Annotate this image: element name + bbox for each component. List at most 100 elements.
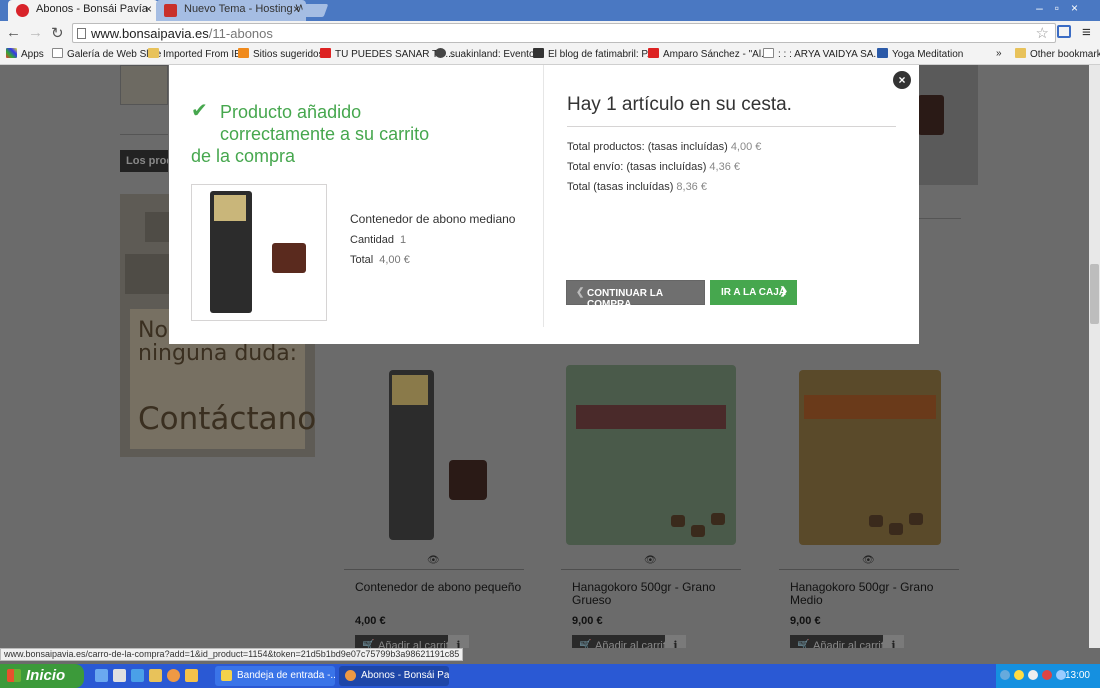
bookmark-yoga[interactable]: Yoga Meditation — [877, 48, 963, 60]
more-bookmarks-chevron[interactable]: » — [996, 48, 1002, 59]
bookmark-imported-ie[interactable]: Imported From IE — [148, 48, 241, 60]
pellet-shape — [889, 523, 903, 535]
page-icon — [763, 48, 774, 58]
info-button[interactable]: i — [665, 635, 686, 648]
bookmark-sanar[interactable]: TU PUEDES SANAR TU... — [320, 48, 454, 60]
mail-icon — [221, 670, 232, 681]
menu-icon[interactable]: ≡ — [1082, 24, 1091, 41]
network-icon[interactable] — [1000, 670, 1010, 680]
tab-nuevo-tema[interactable]: Nuevo Tema - Hosting Word × — [156, 0, 306, 21]
messenger-icon[interactable] — [1014, 670, 1024, 680]
add-to-cart-button[interactable]: 🛒 Añadir al carrito — [572, 635, 675, 648]
scrollbar-thumb[interactable] — [1090, 264, 1099, 324]
cart-confirmation-modal: ✔ Producto añadido correctamente a su ca… — [169, 65, 919, 344]
divider — [918, 218, 961, 219]
bookmark-sitios[interactable]: Sitios sugeridos — [238, 48, 324, 60]
product-image[interactable] — [344, 365, 524, 549]
quick-view-eye-icon[interactable]: 👁 — [862, 555, 875, 566]
info-button[interactable]: i — [883, 635, 904, 648]
product-image[interactable] — [779, 365, 959, 549]
total-products-row: Total productos: (tasas incluídas) 4,00 € — [567, 141, 762, 153]
product-image[interactable] — [561, 365, 741, 549]
continue-shopping-button[interactable]: ❮ CONTINUAR LA COMPRA — [566, 280, 705, 310]
page-icon — [77, 28, 86, 39]
checkout-button[interactable]: IR A LA CAJA ❯ — [710, 280, 797, 305]
bonsai-favicon-icon — [16, 4, 29, 17]
label-shape — [804, 395, 936, 419]
pellet-shape — [909, 513, 923, 525]
bookmark-other[interactable]: Other bookmarks — [1015, 48, 1100, 60]
bookmark-suakinland[interactable]: suakinland: Eventos — [435, 48, 540, 60]
basket-shape — [449, 460, 487, 500]
sites-icon — [238, 48, 249, 58]
product-price: 9,00 € — [790, 615, 821, 627]
add-to-cart-button[interactable]: 🛒 Añadir al carrito — [790, 635, 893, 648]
reload-icon[interactable]: ↻ — [51, 24, 64, 42]
bookmark-arya[interactable]: : : : ARYA VAIDYA SA... — [763, 48, 882, 60]
grand-total-row: Total (tasas incluídas) 8,36 € — [567, 181, 707, 193]
security-icon[interactable] — [1042, 670, 1052, 680]
quick-view-eye-icon[interactable]: 👁 — [644, 555, 657, 566]
quantity-row: Cantidad 1 — [350, 234, 407, 246]
bookmark-amparo[interactable]: Amparo Sánchez - "Al... — [648, 48, 769, 60]
add-to-cart-button[interactable]: 🛒 Añadir al carrito — [355, 635, 458, 648]
divider — [344, 569, 524, 570]
sidebar-heading: Los prod — [120, 150, 168, 172]
bookmark-apps[interactable]: Apps — [6, 48, 44, 60]
page-scrollbar[interactable] — [1089, 65, 1100, 648]
blog-icon — [533, 48, 544, 58]
show-desktop-icon[interactable] — [95, 669, 108, 682]
sidebar-thumbnail — [120, 65, 168, 105]
pellet-shape — [711, 513, 725, 525]
extension-icon[interactable] — [1057, 25, 1071, 38]
bookmark-web-slice[interactable]: Galería de Web Slice — [52, 48, 161, 60]
success-message: ✔ Producto añadido correctamente a su ca… — [191, 100, 451, 167]
youtube-icon — [648, 48, 659, 58]
divider — [779, 569, 959, 570]
windows-logo-icon — [7, 669, 21, 682]
info-button[interactable]: i — [448, 635, 469, 648]
taskbar-item-mail[interactable]: Bandeja de entrada -... — [215, 666, 335, 686]
url-path: /11-abonos — [208, 26, 273, 41]
cart-icon: 🛒 — [362, 640, 375, 648]
bookmark-fatimabril[interactable]: El blog de fatimabril: P... — [533, 48, 655, 60]
apps-grid-icon — [6, 48, 17, 58]
clock: 13:00 — [1064, 670, 1090, 681]
tab-abonos[interactable]: Abonos - Bonsái Pavía × — [8, 0, 158, 21]
volume-icon[interactable] — [1028, 670, 1038, 680]
close-tab-icon[interactable]: × — [293, 2, 300, 16]
app-icon[interactable] — [185, 669, 198, 682]
outlook-icon[interactable] — [131, 669, 144, 682]
address-bar[interactable]: www.bonsaipavia.es/11-abonos ☆ — [72, 23, 1056, 43]
product-name[interactable]: Hanagokoro 500gr - Grano Medio — [790, 581, 960, 606]
tab-title: Nuevo Tema - Hosting Word — [184, 3, 306, 15]
new-tab-button[interactable] — [299, 4, 329, 17]
bookmark-star-icon[interactable]: ☆ — [1036, 24, 1049, 42]
added-product-name: Contenedor de abono mediano — [350, 212, 516, 226]
notepad-icon[interactable] — [113, 669, 126, 682]
page-icon — [52, 48, 63, 58]
window-controls[interactable]: –▫× — [1036, 1, 1090, 15]
product-name[interactable]: Contenedor de abono pequeño — [355, 581, 525, 594]
taskbar-item-browser[interactable]: Abonos - Bonsái Paví... — [339, 666, 449, 686]
windows-taskbar: Inicio Bandeja de entrada -... Abonos - … — [0, 664, 1100, 688]
url-domain: www.bonsaipavia.es — [91, 26, 209, 41]
forward-arrow-icon[interactable]: → — [28, 24, 43, 41]
close-tab-icon[interactable]: × — [145, 2, 152, 16]
success-line: Producto añadido correctamente a su carr… — [220, 102, 430, 144]
label-shape — [576, 405, 726, 429]
bookmarks-bar: Apps Galería de Web Slice Imported From … — [0, 45, 1100, 65]
folder-icon — [1015, 48, 1026, 58]
product-name[interactable]: Hanagokoro 500gr - Grano Grueso — [572, 581, 742, 606]
close-icon[interactable]: × — [893, 71, 911, 89]
start-button[interactable]: Inicio — [0, 664, 84, 688]
chevron-left-icon: ❮ — [576, 287, 585, 298]
divider — [120, 134, 168, 135]
folder-icon[interactable] — [149, 669, 162, 682]
back-arrow-icon[interactable]: ← — [6, 24, 21, 41]
chrome-icon[interactable] — [167, 669, 180, 682]
product-price: 9,00 € — [572, 615, 603, 627]
quick-view-eye-icon[interactable]: 👁 — [427, 555, 440, 566]
quantity-value: 1 — [400, 234, 407, 246]
product-price: 4,00 € — [355, 615, 386, 627]
